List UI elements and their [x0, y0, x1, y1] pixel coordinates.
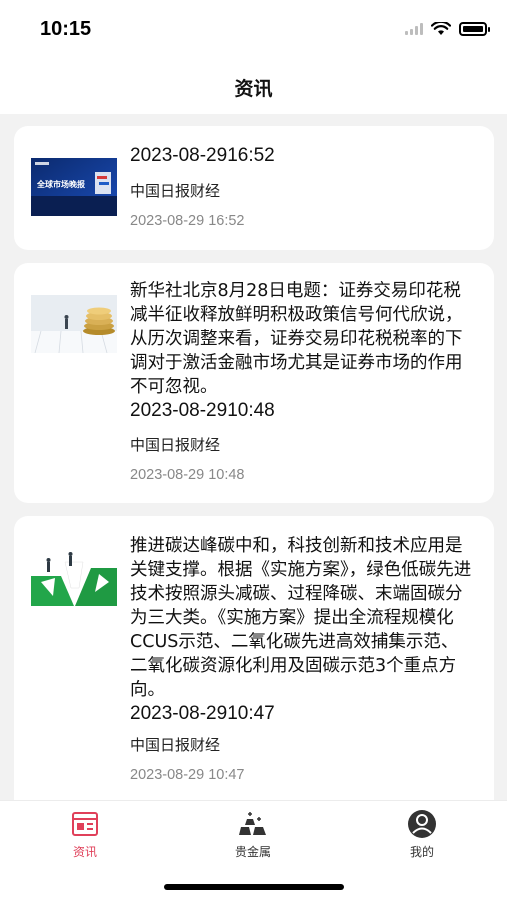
tab-precious-metals[interactable]: 贵金属: [203, 809, 303, 860]
news-date: 2023-08-29 10:48: [130, 467, 245, 483]
tab-news[interactable]: 资讯: [35, 809, 135, 860]
tab-label: 贵金属: [234, 845, 271, 859]
status-icons: [405, 22, 490, 36]
tab-label: 资讯: [72, 845, 97, 859]
news-date: 2023-08-29 16:52: [130, 213, 245, 229]
news-source: 中国日报财经: [130, 436, 221, 454]
news-headline: 2023-08-2916:52: [130, 145, 275, 166]
news-card[interactable]: 全球市场晚报 2023-08-2916:52 中国日报财经 2023-08-29…: [14, 126, 494, 250]
profile-icon: [408, 810, 436, 838]
page-title: 资讯: [234, 77, 273, 100]
news-card[interactable]: 新华社北京8月28日电题：证券交易印花税减半征收释放鲜明积极政策信号何代欣说，从…: [14, 263, 494, 503]
news-headline-time: 2023-08-2910:48: [130, 400, 275, 421]
gold-bars-icon: [239, 812, 266, 835]
tab-label: 我的: [409, 845, 434, 859]
news-headline-time: 2023-08-2910:47: [130, 703, 275, 724]
green-arrows-thumbnail: [31, 548, 117, 606]
nav-bar: 资讯: [0, 60, 507, 114]
status-time: 10:15: [40, 18, 92, 40]
news-headline: 推进碳达峰碳中和，科技创新和技术应用是关键支撑。根据《实施方案》，绿色低碳先进技…: [130, 536, 472, 700]
battery-icon: [459, 22, 490, 36]
home-indicator[interactable]: [164, 884, 344, 890]
news-card[interactable]: 推进碳达峰碳中和，科技创新和技术应用是关键支撑。根据《实施方案》，绿色低碳先进技…: [14, 516, 494, 800]
news-source: 中国日报财经: [130, 736, 221, 754]
status-bar: 10:15: [0, 0, 507, 60]
wifi-icon: [431, 22, 451, 35]
signal-icon: [405, 23, 423, 35]
coins-businessman-thumbnail: [31, 295, 117, 353]
news-headline: 新华社北京8月28日电题：证券交易印花税减半征收释放鲜明积极政策信号何代欣说，从…: [130, 281, 463, 397]
tab-profile[interactable]: 我的: [372, 809, 472, 860]
news-source: 中国日报财经: [130, 182, 221, 200]
thumbnail-caption: 全球市场晚报: [37, 180, 85, 189]
news-list[interactable]: 全球市场晚报 2023-08-2916:52 中国日报财经 2023-08-29…: [0, 114, 507, 800]
global-market-banner-thumbnail: 全球市场晚报: [31, 158, 117, 216]
news-date: 2023-08-29 10:47: [130, 767, 245, 783]
news-icon: [72, 812, 98, 836]
